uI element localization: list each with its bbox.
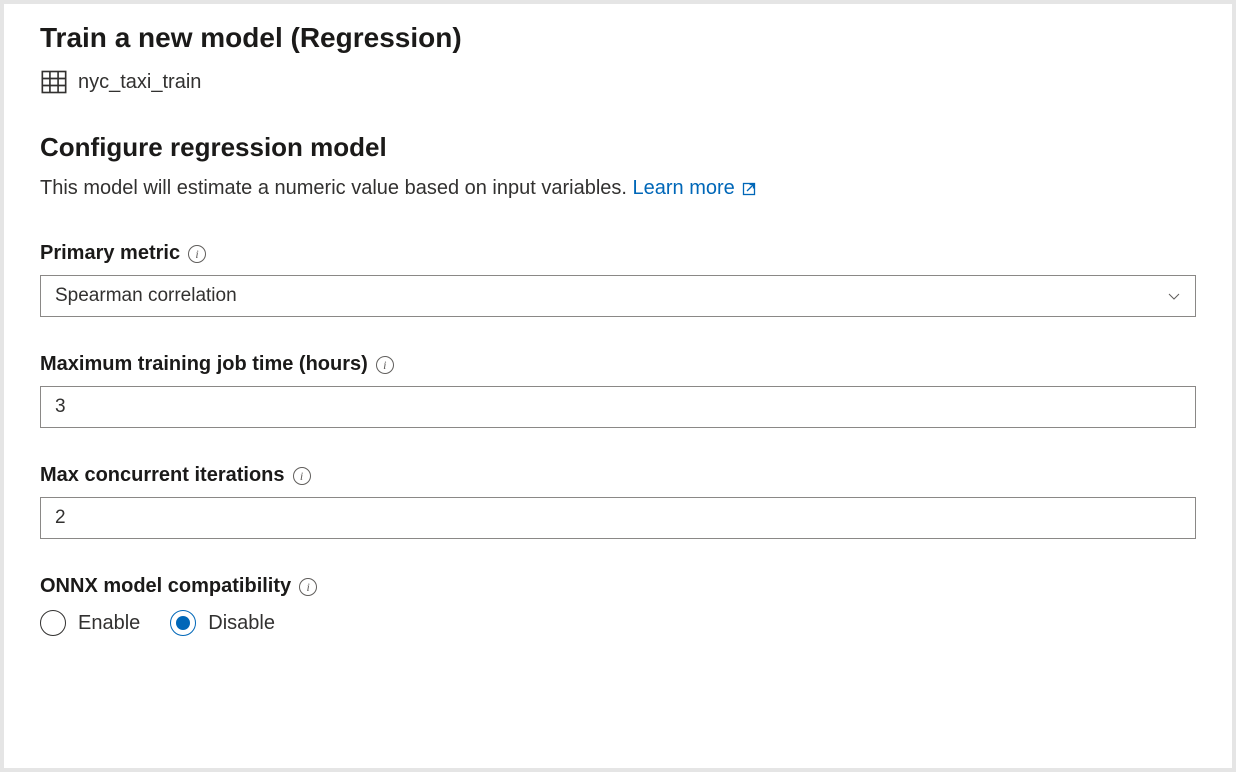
section-description-text: This model will estimate a numeric value… xyxy=(40,177,627,199)
max-concurrent-iterations-field: Max concurrent iterations xyxy=(40,464,1196,539)
form-panel: Train a new model (Regression) nyc_taxi_… xyxy=(4,4,1232,768)
onnx-radio-group: Enable Disable xyxy=(40,610,1196,636)
chevron-down-icon xyxy=(1167,289,1181,303)
section-description: This model will estimate a numeric value… xyxy=(40,177,1196,200)
onnx-enable-option[interactable]: Enable xyxy=(40,610,140,636)
onnx-label-row: ONNX model compatibility xyxy=(40,575,1196,598)
external-link-icon xyxy=(741,177,757,200)
onnx-enable-label: Enable xyxy=(78,612,140,635)
primary-metric-value: Spearman correlation xyxy=(55,285,237,307)
learn-more-label: Learn more xyxy=(633,177,735,200)
onnx-disable-label: Disable xyxy=(208,612,275,635)
radio-circle-disable xyxy=(170,610,196,636)
max-concurrent-iterations-label: Max concurrent iterations xyxy=(40,464,285,487)
primary-metric-label-row: Primary metric xyxy=(40,242,1196,265)
learn-more-link[interactable]: Learn more xyxy=(633,177,757,200)
max-training-time-label: Maximum training job time (hours) xyxy=(40,353,368,376)
max-training-time-label-row: Maximum training job time (hours) xyxy=(40,353,1196,376)
info-icon[interactable] xyxy=(299,578,317,596)
onnx-label: ONNX model compatibility xyxy=(40,575,291,598)
onnx-disable-option[interactable]: Disable xyxy=(170,610,275,636)
primary-metric-label: Primary metric xyxy=(40,242,180,265)
max-training-time-field: Maximum training job time (hours) xyxy=(40,353,1196,428)
max-training-time-input[interactable] xyxy=(40,386,1196,428)
dataset-name: nyc_taxi_train xyxy=(78,71,201,94)
radio-circle-enable xyxy=(40,610,66,636)
onnx-compatibility-field: ONNX model compatibility Enable Disable xyxy=(40,575,1196,636)
max-concurrent-iterations-input[interactable] xyxy=(40,497,1196,539)
table-icon xyxy=(40,68,68,96)
info-icon[interactable] xyxy=(376,356,394,374)
section-title: Configure regression model xyxy=(40,132,1196,163)
primary-metric-field: Primary metric Spearman correlation xyxy=(40,242,1196,317)
page-title: Train a new model (Regression) xyxy=(40,22,1196,54)
max-concurrent-iterations-label-row: Max concurrent iterations xyxy=(40,464,1196,487)
info-icon[interactable] xyxy=(293,467,311,485)
primary-metric-select[interactable]: Spearman correlation xyxy=(40,275,1196,317)
info-icon[interactable] xyxy=(188,245,206,263)
dataset-row: nyc_taxi_train xyxy=(40,68,1196,96)
